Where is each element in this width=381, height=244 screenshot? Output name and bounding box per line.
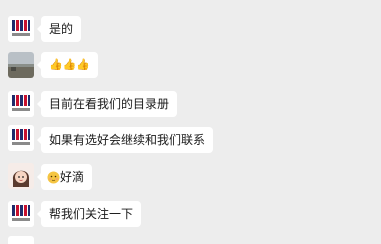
- brand-logo-icon: [8, 91, 34, 117]
- message-bubble[interactable]: 好滴: [36, 164, 93, 190]
- avatar[interactable]: [8, 163, 34, 189]
- landscape-photo-icon: [8, 52, 34, 78]
- brand-logo-icon: [8, 125, 34, 151]
- cartoon-girl-icon: [8, 163, 34, 189]
- message-bubble[interactable]: 是的: [36, 16, 82, 42]
- brand-logo-icon: [8, 201, 34, 227]
- message-bubble[interactable]: 如果有选好会继续和我们联系: [36, 127, 214, 153]
- avatar[interactable]: [8, 52, 34, 78]
- brand-logo-icon: [8, 16, 34, 42]
- message-text: 好滴: [60, 170, 85, 184]
- avatar[interactable]: [8, 91, 34, 117]
- message-row: 是的: [0, 9, 381, 49]
- avatar-partial: [8, 236, 34, 244]
- message-bubble[interactable]: 帮我们关注一下: [36, 201, 142, 227]
- message-bubble[interactable]: 目前在看我们的目录册: [36, 91, 178, 117]
- shy-face-emoji-icon: [47, 171, 60, 184]
- message-row: 帮我们关注一下: [0, 201, 381, 241]
- avatar[interactable]: [8, 125, 34, 151]
- message-bubble[interactable]: 👍👍👍: [36, 52, 99, 78]
- avatar[interactable]: [8, 16, 34, 42]
- chat-message-list[interactable]: 是的 👍👍👍 目前在看我们的目录册 如果有选好会继续和我们联系 好滴 帮我们关注…: [0, 0, 381, 244]
- avatar[interactable]: [8, 201, 34, 227]
- message-row: 好滴: [0, 163, 381, 203]
- message-row: 如果有选好会继续和我们联系: [0, 125, 381, 165]
- message-row: 👍👍👍: [0, 52, 381, 92]
